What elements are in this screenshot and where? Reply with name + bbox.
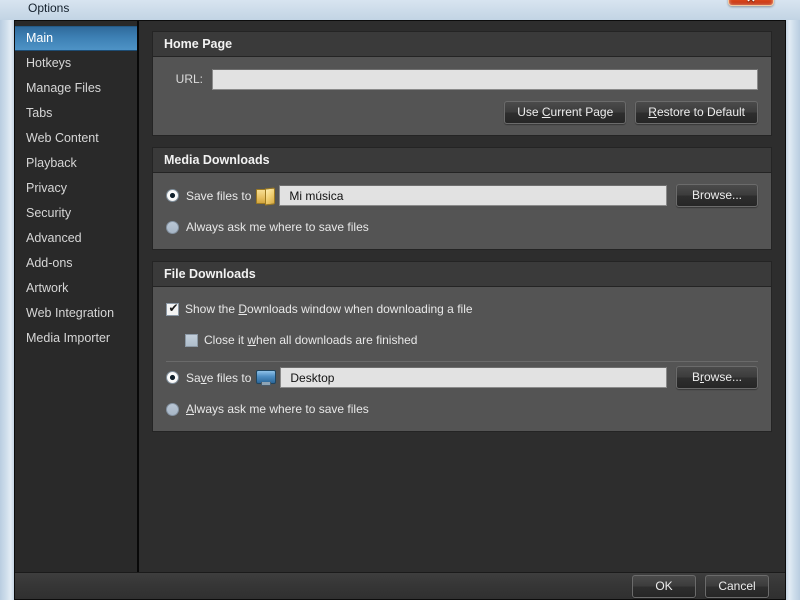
sidebar-item-artwork[interactable]: Artwork (15, 276, 137, 301)
media-save-files-radio[interactable] (166, 189, 179, 202)
file-save-files-row: Save files to Browse... (166, 366, 758, 389)
sidebar-item-tabs[interactable]: Tabs (15, 101, 137, 126)
file-always-ask-radio[interactable] (166, 402, 179, 416)
content-pane: Home Page URL: Use Current Page Restore … (139, 21, 785, 572)
media-downloads-body: Save files to Browse... Always ask me wh… (153, 173, 771, 249)
home-page-url-row: URL: (166, 68, 758, 90)
file-downloads-header: File Downloads (153, 262, 771, 287)
close-button[interactable]: ✕ (728, 0, 774, 6)
file-always-ask-label: Always ask me where to save files (186, 402, 369, 416)
close-when-finished-checkbox[interactable] (185, 333, 198, 347)
home-page-body: URL: Use Current Page Restore to Default (153, 57, 771, 135)
close-when-finished-label: Close it when all downloads are finished (204, 333, 418, 347)
ok-button[interactable]: OK (632, 574, 696, 598)
sidebar-item-advanced[interactable]: Advanced (15, 226, 137, 251)
media-path-input[interactable] (279, 185, 667, 206)
file-downloads-group: File Downloads Show the Downloads window… (152, 261, 772, 432)
file-browse-button[interactable]: Browse... (676, 366, 758, 389)
show-downloads-window-checkbox[interactable] (166, 301, 180, 316)
sidebar-item-playback[interactable]: Playback (15, 151, 137, 176)
sidebar-item-hotkeys[interactable]: Hotkeys (15, 51, 137, 76)
file-downloads-body: Show the Downloads window when downloadi… (153, 287, 771, 431)
sidebar-item-web-integration[interactable]: Web Integration (15, 301, 137, 326)
sidebar-item-add-ons[interactable]: Add-ons (15, 251, 137, 276)
media-downloads-group: Media Downloads Save files to Browse... … (152, 147, 772, 250)
media-downloads-header: Media Downloads (153, 148, 771, 173)
sidebar-item-security[interactable]: Security (15, 201, 137, 226)
close-when-finished-row: Close it when all downloads are finished (185, 329, 758, 351)
use-current-page-button[interactable]: Use Current Page (504, 101, 627, 124)
sidebar: Main Hotkeys Manage Files Tabs Web Conte… (15, 21, 139, 572)
sidebar-item-web-content[interactable]: Web Content (15, 126, 137, 151)
file-path-input[interactable] (280, 367, 667, 388)
media-save-files-label: Save files to (186, 188, 252, 203)
dialog-footer: OK Cancel (15, 572, 785, 599)
home-page-button-row: Use Current Page Restore to Default (166, 101, 758, 124)
sidebar-item-main[interactable]: Main (15, 26, 137, 51)
window-title: Options (28, 1, 70, 15)
show-downloads-window-row: Show the Downloads window when downloadi… (166, 298, 758, 320)
cancel-button[interactable]: Cancel (705, 574, 769, 598)
sidebar-item-privacy[interactable]: Privacy (15, 176, 137, 201)
dialog-main: Main Hotkeys Manage Files Tabs Web Conte… (15, 21, 785, 572)
options-dialog: Main Hotkeys Manage Files Tabs Web Conte… (14, 20, 786, 600)
file-downloads-divider (166, 361, 758, 362)
restore-to-default-button[interactable]: Restore to Default (635, 101, 758, 124)
media-always-ask-row: Always ask me where to save files (166, 216, 758, 238)
home-page-group: Home Page URL: Use Current Page Restore … (152, 31, 772, 136)
file-save-files-label: Save files to (186, 370, 252, 385)
folder-icon (256, 188, 273, 204)
home-page-header: Home Page (153, 32, 771, 57)
title-bar: Options (0, 0, 800, 20)
media-save-files-row: Save files to Browse... (166, 184, 758, 207)
url-input[interactable] (212, 68, 758, 90)
close-icon: ✕ (729, 0, 773, 5)
window-frame: Options ✕ Main Hotkeys Manage Files Tabs… (0, 0, 800, 600)
file-save-files-radio[interactable] (166, 371, 179, 384)
sidebar-item-media-importer[interactable]: Media Importer (15, 326, 137, 351)
url-label: URL: (175, 72, 203, 86)
media-always-ask-label: Always ask me where to save files (186, 220, 369, 234)
monitor-icon (256, 370, 277, 386)
media-browse-button[interactable]: Browse... (676, 184, 758, 207)
show-downloads-window-label: Show the Downloads window when downloadi… (185, 302, 473, 316)
media-always-ask-radio[interactable] (166, 220, 179, 234)
sidebar-item-manage-files[interactable]: Manage Files (15, 76, 137, 101)
file-always-ask-row: Always ask me where to save files (166, 398, 758, 420)
